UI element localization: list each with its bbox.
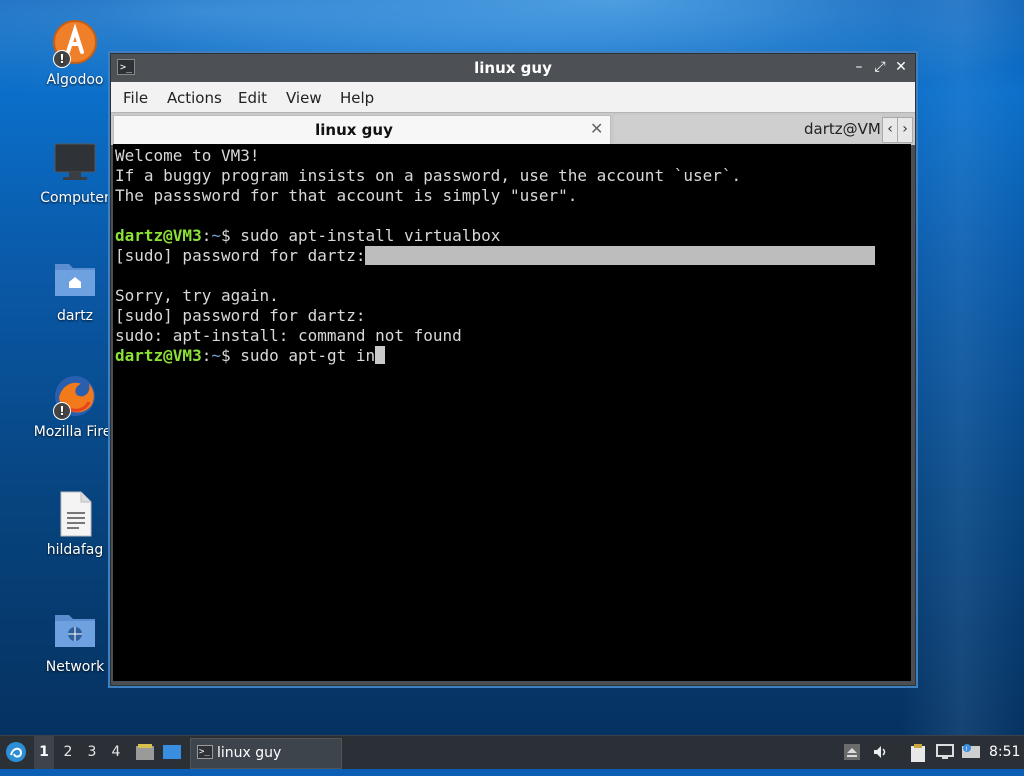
prompt-command: $ sudo apt-install virtualbox — [220, 226, 501, 245]
terminal-line: Welcome to VM3! — [115, 146, 260, 165]
task-label: linux guy — [217, 745, 282, 761]
tab-scroll-left-icon[interactable]: ‹ — [882, 117, 898, 143]
prompt-separator: : — [201, 346, 212, 365]
terminal-line: Sorry, try again. — [115, 286, 279, 305]
minimize-button[interactable]: – — [851, 59, 867, 75]
menu-view[interactable]: View — [286, 89, 322, 107]
volume-icon[interactable] — [872, 744, 888, 760]
eject-icon[interactable] — [844, 744, 860, 760]
text-file-icon — [51, 490, 99, 538]
firefox-icon: ! — [51, 372, 99, 420]
terminal-prompt-line: dartz@VM3:~$ sudo apt-install virtualbox — [115, 226, 911, 246]
prompt-command: $ sudo apt-gt in — [220, 346, 376, 365]
terminal-line-text: [sudo] password for dartz: — [115, 246, 366, 265]
tab-linux-guy[interactable]: linux guy ✕ — [113, 115, 611, 144]
terminal-line: If a buggy program insists on a password… — [115, 166, 742, 185]
tab-dartz-vm3[interactable]: dartz@VM3 — [614, 115, 890, 143]
text-cursor — [375, 346, 386, 364]
clipboard-icon[interactable] — [910, 744, 926, 762]
tab-label: linux guy — [315, 121, 393, 139]
network-tray-icon[interactable] — [936, 744, 954, 760]
menubar: File Actions Edit View Help — [111, 82, 915, 112]
workspace-2-button[interactable]: 2 — [58, 736, 78, 769]
show-desktop-button[interactable] — [160, 736, 184, 769]
tab-scroll-right-icon[interactable]: › — [897, 117, 913, 143]
terminal-prompt-line: dartz@VM3:~$ sudo apt-gt in — [115, 346, 911, 366]
menu-edit[interactable]: Edit — [238, 89, 267, 107]
svg-text:!: ! — [966, 746, 968, 753]
tab-bar: linux guy ✕ dartz@VM3 ‹ › — [111, 112, 915, 145]
terminal-output[interactable]: Welcome to VM3! If a buggy program insis… — [113, 144, 911, 681]
workspace-4-button[interactable]: 4 — [106, 736, 126, 769]
close-button[interactable]: ✕ — [893, 59, 909, 75]
show-desktop-icon — [163, 745, 181, 759]
home-folder-icon — [51, 256, 99, 304]
prompt-user: dartz@VM3 — [115, 346, 202, 365]
workspace-3-button[interactable]: 3 — [82, 736, 102, 769]
warning-icon: ! — [53, 402, 71, 420]
network-folder-icon — [51, 607, 99, 655]
tab-close-icon[interactable]: ✕ — [590, 119, 603, 138]
lubuntu-logo-icon — [6, 742, 26, 762]
workspace-1-button[interactable]: 1 — [34, 736, 54, 769]
selection-highlight — [365, 246, 876, 265]
menu-actions[interactable]: Actions — [167, 89, 222, 107]
taskbar: 1 2 3 4 >_ linux guy ! 8:51 — [0, 735, 1024, 769]
desktop-wallpaper-rays — [900, 0, 1024, 735]
prompt-path: ~ — [211, 346, 221, 365]
terminal-line: [sudo] password for dartz: — [115, 306, 366, 325]
prompt-path: ~ — [211, 226, 221, 245]
warning-icon: ! — [53, 50, 71, 68]
terminal-window[interactable]: >_ linux guy – ⤢ ✕ File Actions Edit Vie… — [110, 53, 916, 686]
maximize-button[interactable]: ⤢ — [872, 59, 888, 75]
window-titlebar[interactable]: >_ linux guy – ⤢ ✕ — [111, 54, 915, 82]
file-manager-icon — [136, 744, 154, 760]
taskbar-clock[interactable]: 8:51 — [989, 744, 1020, 760]
menu-file[interactable]: File — [123, 89, 148, 107]
start-menu-button[interactable] — [4, 736, 28, 769]
algodoo-icon: ! — [51, 20, 99, 68]
computer-icon — [51, 138, 99, 186]
terminal-line: The passsword for that account is simply… — [115, 186, 578, 205]
window-title: linux guy — [474, 59, 552, 77]
update-notifier-icon[interactable]: ! — [962, 744, 980, 760]
terminal-line: sudo: apt-install: command not found — [115, 326, 462, 345]
file-manager-launcher[interactable] — [134, 736, 156, 769]
tab-label: dartz@VM3 — [804, 120, 891, 138]
terminal-line: [sudo] password for dartz: — [115, 246, 911, 266]
menu-help[interactable]: Help — [340, 89, 374, 107]
prompt-user: dartz@VM3 — [115, 226, 202, 245]
terminal-app-icon: >_ — [197, 745, 213, 759]
taskbar-task-linux-guy[interactable]: >_ linux guy — [190, 738, 342, 769]
prompt-separator: : — [201, 226, 212, 245]
